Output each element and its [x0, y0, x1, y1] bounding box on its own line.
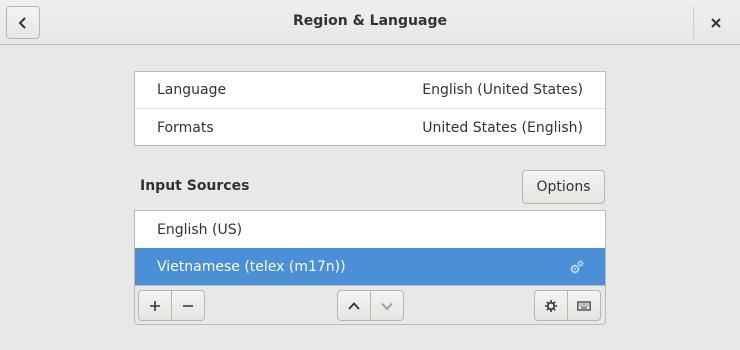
input-sources-heading: Input Sources [140, 178, 250, 194]
locale-list: Language English (United States) Formats… [134, 71, 606, 146]
input-source-label: Vietnamese (telex (m17n)) [157, 258, 346, 275]
arrow-up-icon [348, 301, 360, 310]
show-keyboard-layout-button[interactable] [567, 290, 601, 321]
options-button[interactable]: Options [522, 170, 605, 204]
gear-icon [545, 299, 557, 312]
header-separator [693, 6, 694, 39]
arrow-down-icon [381, 302, 393, 310]
language-label: Language [157, 82, 227, 98]
header-bar: Region & Language [0, 0, 740, 45]
input-source-item-selected[interactable]: Vietnamese (telex (m17n)) [135, 248, 605, 285]
language-row[interactable]: Language English (United States) [135, 72, 605, 109]
move-up-button[interactable] [337, 290, 371, 321]
input-source-item[interactable]: English (US) [135, 211, 605, 248]
window-title: Region & Language [293, 13, 447, 29]
close-icon [711, 18, 721, 28]
close-button[interactable] [702, 9, 730, 37]
formats-label: Formats [157, 119, 214, 136]
input-sources-list: English (US) Vietnamese (telex (m17n)) [134, 210, 606, 325]
move-down-button[interactable] [370, 290, 404, 321]
formats-row[interactable]: Formats United States (English) [135, 109, 605, 146]
gears-icon[interactable] [569, 259, 585, 275]
formats-value: United States (English) [422, 119, 583, 136]
minus-icon [183, 304, 193, 307]
keyboard-icon [577, 300, 591, 311]
language-value: English (United States) [422, 82, 583, 98]
input-source-settings-button[interactable] [534, 290, 568, 321]
input-source-label: English (US) [157, 221, 243, 238]
input-sources-toolbar [135, 285, 605, 324]
remove-input-source-button[interactable] [171, 290, 205, 321]
plus-icon [150, 300, 160, 311]
add-input-source-button[interactable] [138, 290, 172, 321]
